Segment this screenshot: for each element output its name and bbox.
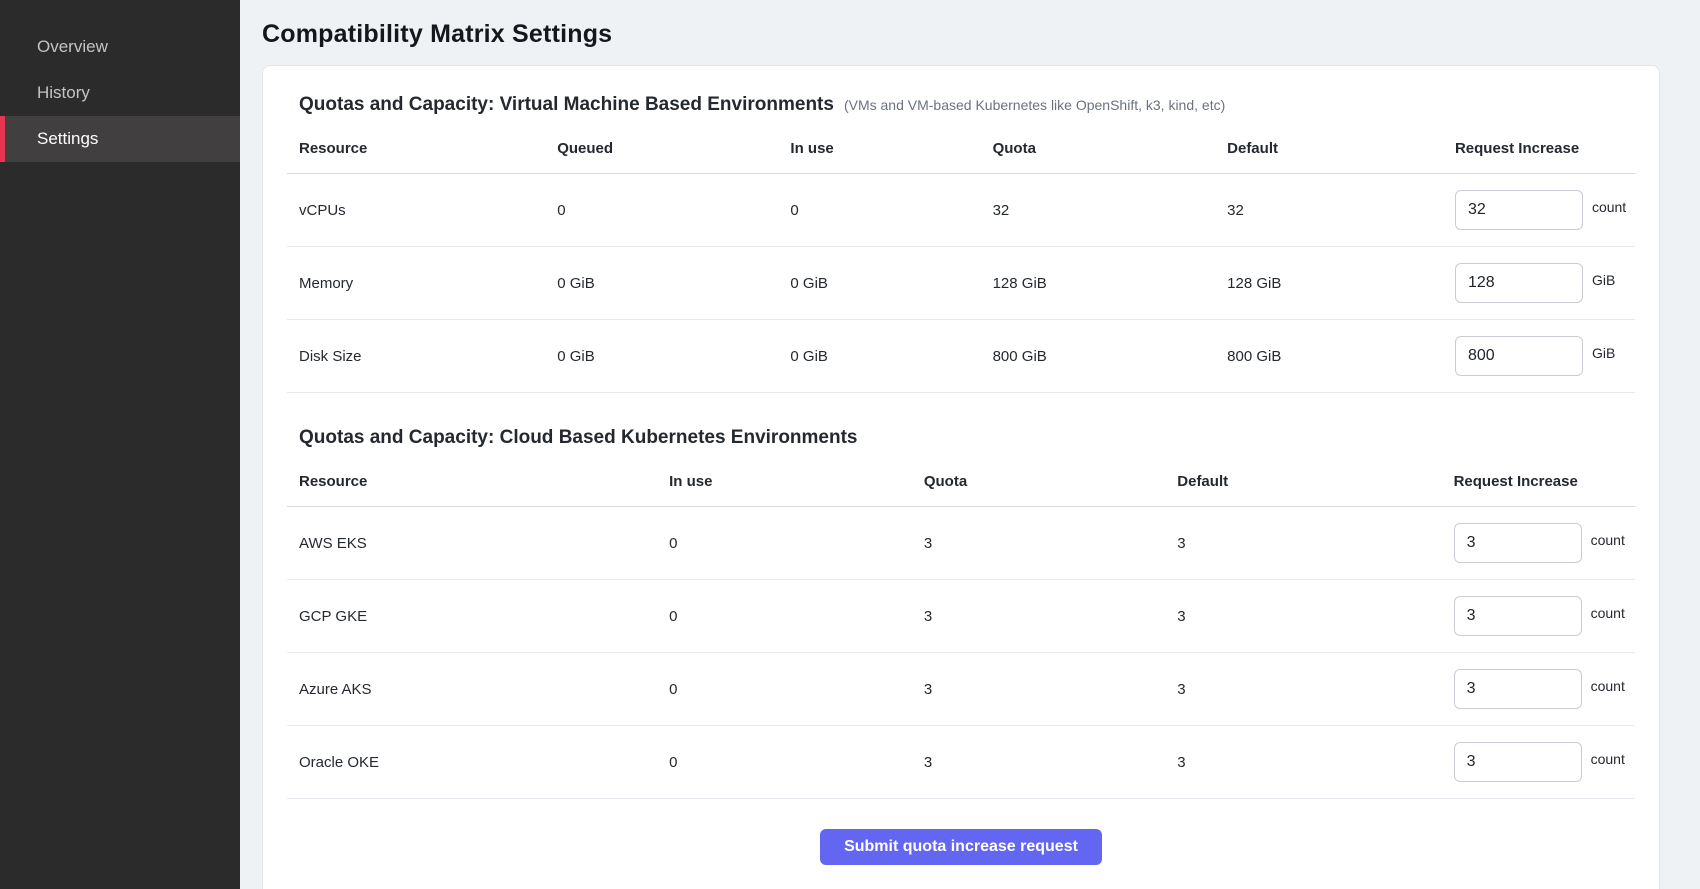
default-cell: 32 bbox=[1221, 174, 1449, 247]
in-use-cell: 0 bbox=[663, 726, 918, 799]
sidebar-item-label: Overview bbox=[37, 37, 108, 57]
resource-cell: Memory bbox=[287, 247, 551, 320]
in-use-cell: 0 bbox=[663, 507, 918, 580]
table-row: Memory 0 GiB 0 GiB 128 GiB 128 GiB GiB bbox=[287, 247, 1635, 320]
queued-cell: 0 GiB bbox=[551, 320, 784, 393]
quota-cell: 32 bbox=[987, 174, 1222, 247]
vm-section-subtitle: (VMs and VM-based Kubernetes like OpenSh… bbox=[844, 97, 1225, 113]
request-increase-input[interactable] bbox=[1454, 742, 1582, 782]
cloud-quota-table: Resource In use Quota Default Request In… bbox=[287, 467, 1635, 799]
request-increase-input[interactable] bbox=[1454, 596, 1582, 636]
unit-label: count bbox=[1591, 751, 1625, 767]
settings-card: Quotas and Capacity: Virtual Machine Bas… bbox=[262, 65, 1660, 889]
quota-cell: 3 bbox=[918, 580, 1171, 653]
submit-quota-increase-button[interactable]: Submit quota increase request bbox=[820, 829, 1102, 865]
default-cell: 3 bbox=[1171, 580, 1447, 653]
sidebar-item-history[interactable]: History bbox=[0, 70, 240, 116]
resource-cell: Oracle OKE bbox=[287, 726, 663, 799]
quota-cell: 128 GiB bbox=[987, 247, 1222, 320]
column-header-in-use: In use bbox=[784, 134, 986, 174]
column-header-in-use: In use bbox=[663, 467, 918, 507]
table-row: Disk Size 0 GiB 0 GiB 800 GiB 800 GiB Gi… bbox=[287, 320, 1635, 393]
in-use-cell: 0 GiB bbox=[784, 247, 986, 320]
default-cell: 128 GiB bbox=[1221, 247, 1449, 320]
column-header-request-increase: Request Increase bbox=[1448, 467, 1635, 507]
vm-section-title: Quotas and Capacity: Virtual Machine Bas… bbox=[299, 94, 834, 116]
queued-cell: 0 GiB bbox=[551, 247, 784, 320]
table-row: Azure AKS 0 3 3 count bbox=[287, 653, 1635, 726]
request-increase-cell: count bbox=[1448, 580, 1635, 653]
unit-label: count bbox=[1591, 532, 1625, 548]
resource-cell: vCPUs bbox=[287, 174, 551, 247]
column-header-default: Default bbox=[1171, 467, 1447, 507]
table-header-row: Resource In use Quota Default Request In… bbox=[287, 467, 1635, 507]
resource-cell: GCP GKE bbox=[287, 580, 663, 653]
cloud-section-header: Quotas and Capacity: Cloud Based Kuberne… bbox=[287, 427, 1635, 449]
column-header-resource: Resource bbox=[287, 467, 663, 507]
quota-cell: 3 bbox=[918, 653, 1171, 726]
cloud-section-title: Quotas and Capacity: Cloud Based Kuberne… bbox=[299, 427, 858, 449]
default-cell: 800 GiB bbox=[1221, 320, 1449, 393]
table-header-row: Resource Queued In use Quota Default Req… bbox=[287, 134, 1635, 174]
request-increase-cell: GiB bbox=[1449, 247, 1635, 320]
vm-section-header: Quotas and Capacity: Virtual Machine Bas… bbox=[287, 94, 1635, 116]
table-row: AWS EKS 0 3 3 count bbox=[287, 507, 1635, 580]
request-increase-cell: count bbox=[1449, 174, 1635, 247]
request-increase-cell: count bbox=[1448, 507, 1635, 580]
resource-cell: AWS EKS bbox=[287, 507, 663, 580]
main-content: Compatibility Matrix Settings Quotas and… bbox=[240, 0, 1700, 889]
sidebar-item-overview[interactable]: Overview bbox=[0, 24, 240, 70]
unit-label: GiB bbox=[1592, 272, 1615, 288]
request-increase-input[interactable] bbox=[1454, 669, 1582, 709]
column-header-request-increase: Request Increase bbox=[1449, 134, 1635, 174]
request-increase-cell: count bbox=[1448, 653, 1635, 726]
request-increase-input[interactable] bbox=[1455, 263, 1583, 303]
column-header-queued: Queued bbox=[551, 134, 784, 174]
queued-cell: 0 bbox=[551, 174, 784, 247]
in-use-cell: 0 bbox=[663, 580, 918, 653]
quota-cell: 3 bbox=[918, 726, 1171, 799]
sidebar-item-label: History bbox=[37, 83, 90, 103]
unit-label: count bbox=[1591, 678, 1625, 694]
column-header-quota: Quota bbox=[987, 134, 1222, 174]
resource-cell: Azure AKS bbox=[287, 653, 663, 726]
table-row: Oracle OKE 0 3 3 count bbox=[287, 726, 1635, 799]
in-use-cell: 0 GiB bbox=[784, 320, 986, 393]
default-cell: 3 bbox=[1171, 507, 1447, 580]
quota-cell: 3 bbox=[918, 507, 1171, 580]
submit-area: Submit quota increase request bbox=[287, 829, 1635, 865]
column-header-default: Default bbox=[1221, 134, 1449, 174]
unit-label: count bbox=[1592, 199, 1626, 215]
default-cell: 3 bbox=[1171, 726, 1447, 799]
unit-label: count bbox=[1591, 605, 1625, 621]
request-increase-input[interactable] bbox=[1454, 523, 1582, 563]
default-cell: 3 bbox=[1171, 653, 1447, 726]
sidebar-item-label: Settings bbox=[37, 129, 98, 149]
unit-label: GiB bbox=[1592, 345, 1615, 361]
sidebar: Overview History Settings bbox=[0, 0, 240, 889]
request-increase-input[interactable] bbox=[1455, 336, 1583, 376]
request-increase-input[interactable] bbox=[1455, 190, 1583, 230]
in-use-cell: 0 bbox=[663, 653, 918, 726]
request-increase-cell: count bbox=[1448, 726, 1635, 799]
request-increase-cell: GiB bbox=[1449, 320, 1635, 393]
sidebar-item-settings[interactable]: Settings bbox=[0, 116, 240, 162]
column-header-resource: Resource bbox=[287, 134, 551, 174]
resource-cell: Disk Size bbox=[287, 320, 551, 393]
in-use-cell: 0 bbox=[784, 174, 986, 247]
column-header-quota: Quota bbox=[918, 467, 1171, 507]
table-row: GCP GKE 0 3 3 count bbox=[287, 580, 1635, 653]
page-title: Compatibility Matrix Settings bbox=[262, 20, 1660, 49]
vm-quota-table: Resource Queued In use Quota Default Req… bbox=[287, 134, 1635, 393]
quota-cell: 800 GiB bbox=[987, 320, 1222, 393]
table-row: vCPUs 0 0 32 32 count bbox=[287, 174, 1635, 247]
